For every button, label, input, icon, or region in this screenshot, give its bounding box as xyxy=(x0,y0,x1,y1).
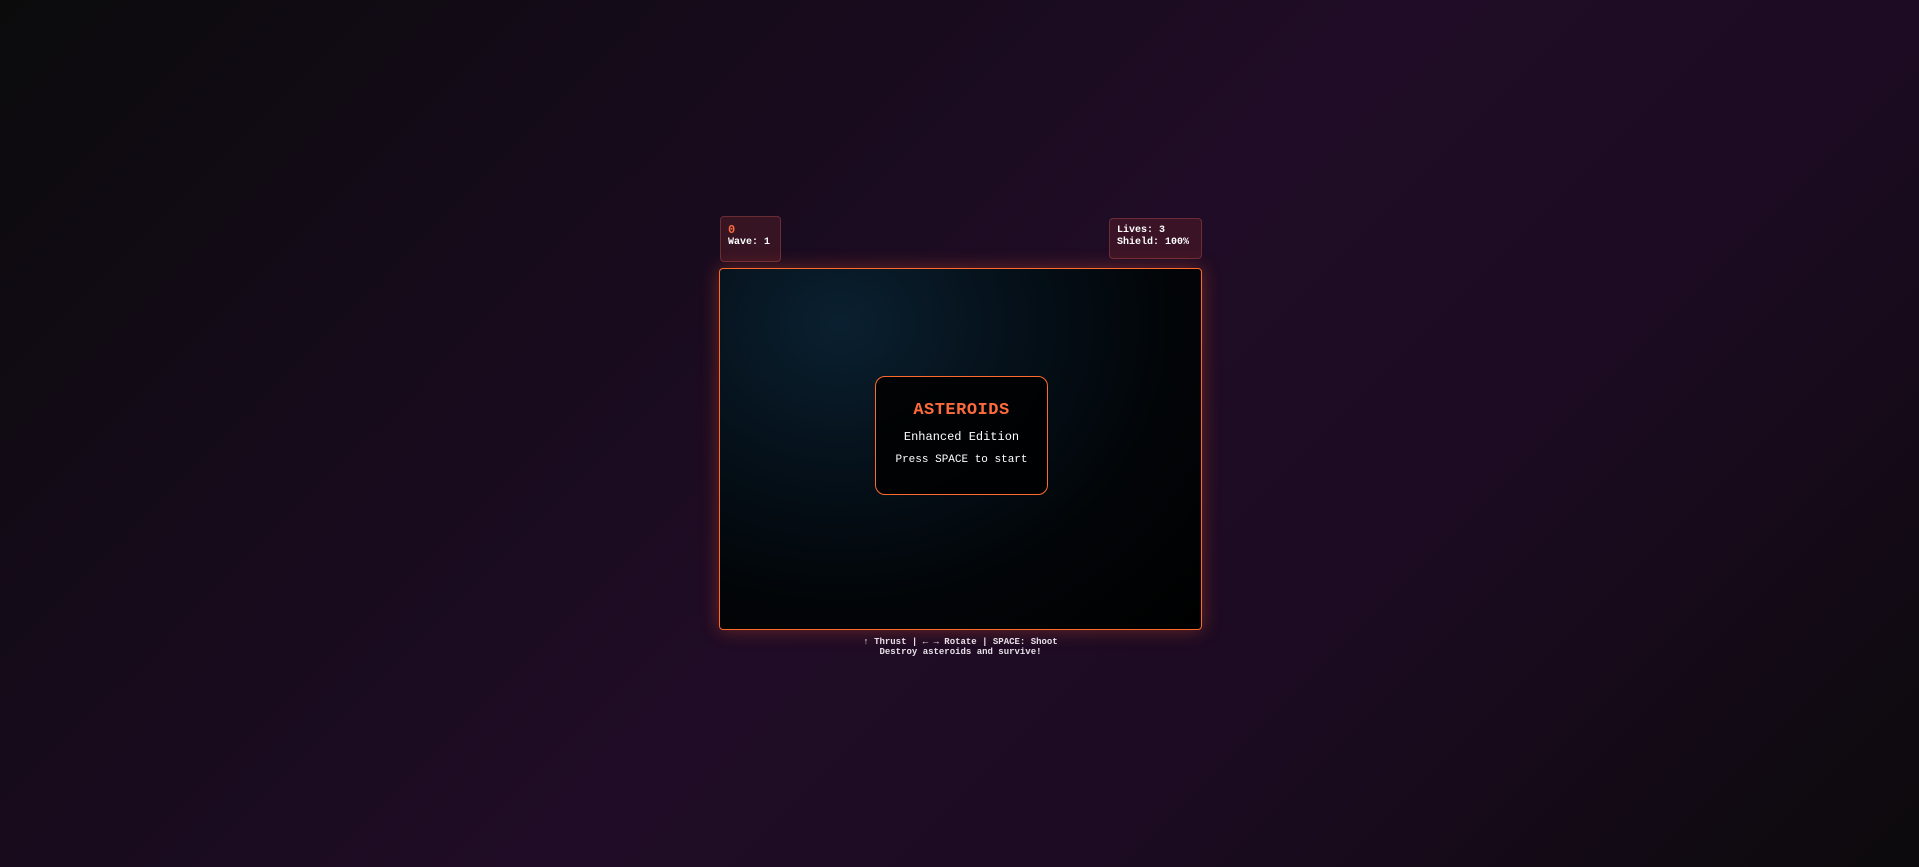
shield-label: Shield: 100% xyxy=(1117,237,1190,248)
score-value: 0 xyxy=(728,223,736,237)
game-title: ASTEROIDS xyxy=(913,401,1010,420)
lives-label: Lives: 3 xyxy=(1117,225,1166,236)
game-canvas[interactable]: ASTEROIDS Enhanced Edition Press SPACE t… xyxy=(719,268,1202,630)
controls-text: ↑ Thrust | ← → Rotate | SPACE: Shoot xyxy=(863,637,1058,647)
status-panel: Lives: 3 Shield: 100% xyxy=(1109,218,1202,259)
wave-label: Wave: 1 xyxy=(728,237,771,248)
instructions: ↑ Thrust | ← → Rotate | SPACE: Shoot Des… xyxy=(719,637,1202,657)
start-prompt: Press SPACE to start xyxy=(895,454,1028,466)
start-overlay: ASTEROIDS Enhanced Edition Press SPACE t… xyxy=(875,376,1048,495)
game-container: 0 Wave: 1 Lives: 3 Shield: 100% ASTEROID… xyxy=(719,216,1202,662)
score-panel: 0 Wave: 1 xyxy=(720,216,781,262)
game-subtitle: Enhanced Edition xyxy=(903,430,1020,444)
goal-text: Destroy asteroids and survive! xyxy=(879,647,1042,657)
